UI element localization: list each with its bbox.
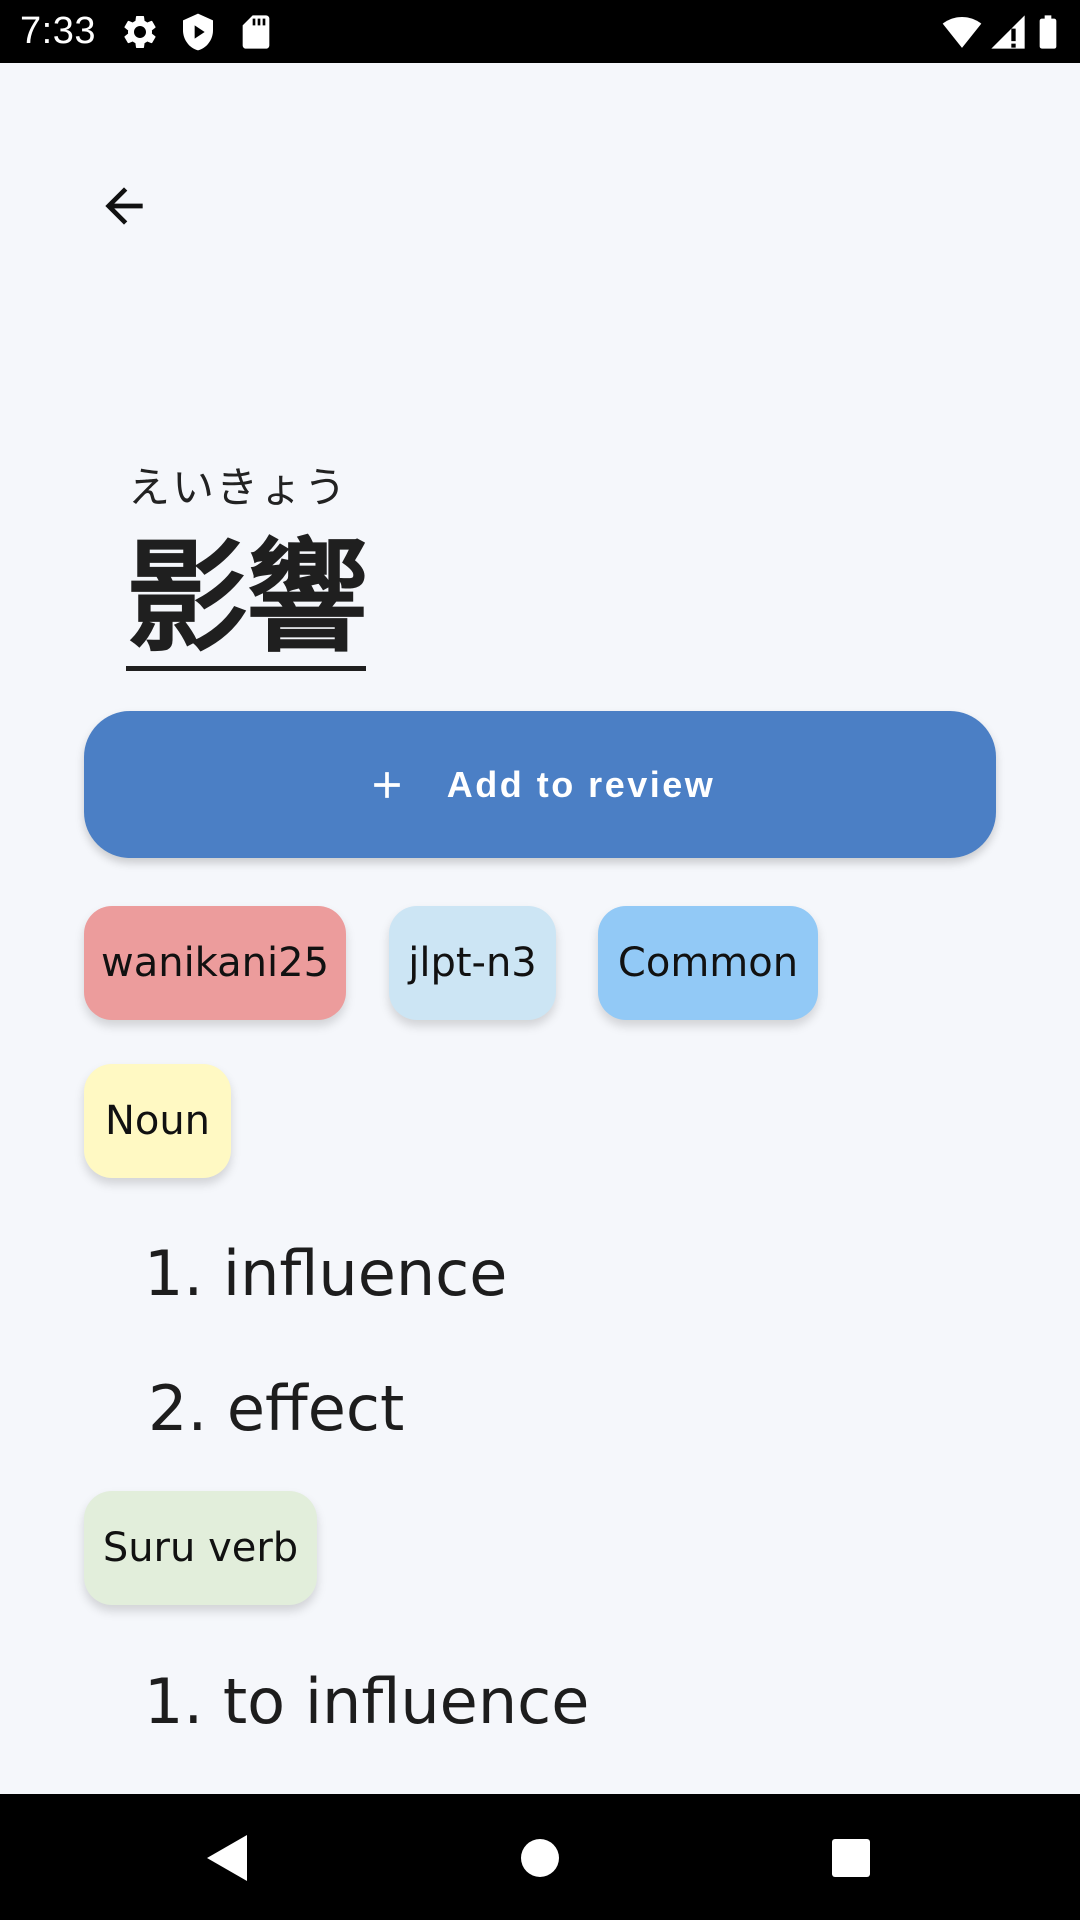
part-of-speech-label: Noun [104, 1098, 211, 1144]
back-button[interactable] [76, 158, 172, 254]
battery-icon [1028, 12, 1068, 52]
arrow-back-icon [105, 187, 143, 225]
wifi-icon [942, 12, 982, 52]
home-circle-icon [521, 1839, 559, 1877]
tag-chip-common[interactable]: Common [598, 906, 818, 1020]
status-time: 7:33 [20, 10, 96, 52]
tag-chip-wanikani25[interactable]: wanikani25 [84, 906, 346, 1020]
nav-back-button[interactable] [182, 1814, 270, 1902]
shield-play-icon [178, 12, 218, 52]
tag-label: Common [617, 940, 799, 986]
navigation-bar [0, 1794, 1080, 1920]
definition-item: 1. influence [144, 1237, 508, 1310]
tag-chip-jlpt-n3[interactable]: jlpt-n3 [389, 906, 556, 1020]
nav-home-button[interactable] [496, 1814, 584, 1902]
tag-label: wanikani25 [100, 940, 330, 986]
status-bar: 7:33 [0, 0, 1080, 63]
nav-recents-button[interactable] [807, 1814, 895, 1902]
part-of-speech-chip-suru-verb: Suru verb [84, 1491, 317, 1605]
signal-icon [988, 12, 1028, 52]
recents-square-icon [832, 1839, 870, 1877]
tag-label: jlpt-n3 [408, 940, 537, 986]
definition-item: 1. to influence [144, 1665, 590, 1738]
word-underline [126, 666, 366, 671]
entry-reading: えいきょう [128, 463, 349, 512]
part-of-speech-label: Suru verb [102, 1525, 299, 1571]
entry-word: 影響 [126, 527, 368, 669]
plus-icon [373, 771, 400, 798]
add-to-review-button[interactable]: Add to review [84, 711, 996, 858]
gear-icon [120, 12, 160, 52]
definition-item: 2. effect [148, 1372, 405, 1445]
back-triangle-icon [207, 1835, 247, 1881]
add-to-review-label: Add to review [446, 763, 716, 805]
part-of-speech-chip-noun: Noun [84, 1064, 231, 1178]
sd-card-icon [236, 12, 276, 52]
